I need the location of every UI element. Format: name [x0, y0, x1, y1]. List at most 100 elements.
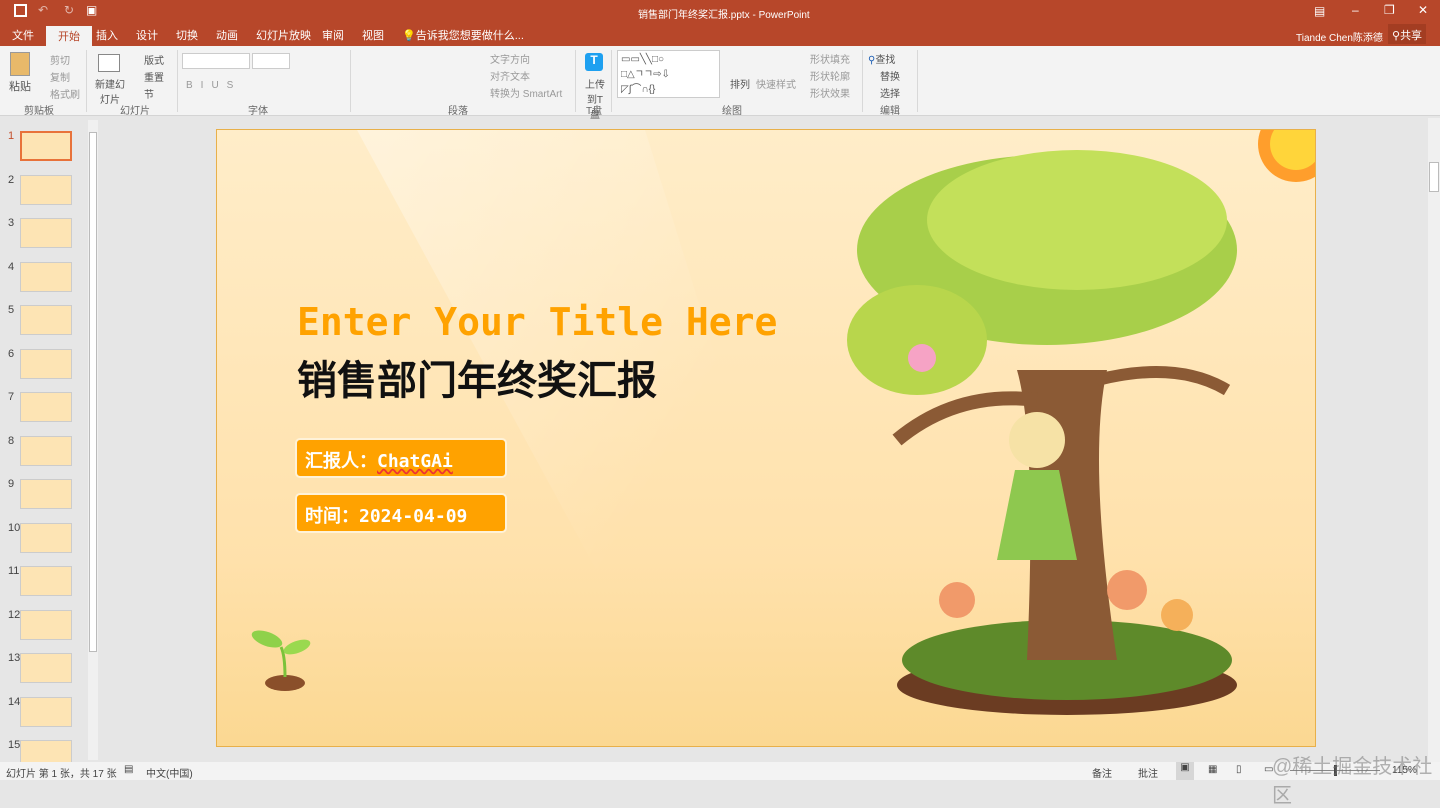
close-icon[interactable]: ✕	[1418, 3, 1428, 17]
share-button[interactable]: ⚲共享	[1388, 24, 1427, 44]
slide-thumbnail[interactable]	[20, 261, 72, 292]
save-icon[interactable]	[14, 4, 27, 17]
replace-button[interactable]: 替换	[880, 68, 900, 83]
slide-thumbnail[interactable]	[20, 653, 72, 683]
slide-thumbnail[interactable]	[20, 348, 72, 379]
thumbnail-number: 9	[8, 478, 15, 490]
reading-view-icon[interactable]: ▯	[1236, 764, 1242, 775]
undo-icon[interactable]: ↶	[38, 3, 48, 17]
reporter-box[interactable]: 汇报人：ChatGAi	[295, 438, 507, 478]
slide-sorter-icon[interactable]: ▦	[1208, 764, 1217, 775]
smartart-button[interactable]: 转换为 SmartArt	[490, 85, 562, 100]
sprout-illustration	[251, 630, 311, 691]
thumbnail-scrollbar[interactable]	[88, 120, 98, 760]
minimize-icon[interactable]: –	[1352, 3, 1359, 17]
slide-thumbnail[interactable]	[20, 305, 72, 335]
new-slide-icon[interactable]	[98, 54, 120, 72]
layout-button[interactable]: 版式	[144, 52, 164, 67]
comments-button[interactable]: 批注	[1138, 765, 1158, 780]
watermark: @稀土掘金技术社区	[1272, 756, 1433, 807]
cut-button[interactable]: 剪切	[50, 52, 70, 67]
tab-animations[interactable]: 动画	[216, 27, 238, 43]
slide-thumbnail[interactable]	[20, 609, 72, 640]
tell-me-input[interactable]: 💡告诉我您想要做什么...	[402, 27, 524, 43]
slide-thumbnail[interactable]	[20, 479, 72, 509]
thumbnail-number: 7	[8, 391, 15, 403]
section-button[interactable]: 节	[144, 86, 154, 101]
copy-button[interactable]: 复制	[50, 69, 70, 84]
slideshow-icon[interactable]: ▣	[86, 3, 97, 17]
align-text-button[interactable]: 对齐文本	[490, 68, 530, 83]
select-button[interactable]: 选择	[880, 85, 900, 100]
tab-view[interactable]: 视图	[362, 27, 384, 43]
slide-count: 幻灯片 第 1 张，共 17 张	[6, 769, 117, 780]
thumbnail-number: 15	[8, 739, 21, 751]
slide-thumbnail[interactable]	[20, 174, 72, 205]
tab-insert[interactable]: 插入	[96, 27, 118, 43]
thumbnail-number: 5	[8, 304, 15, 316]
text-direction-button[interactable]: 文字方向	[490, 51, 530, 66]
slide-thumbnail[interactable]	[20, 566, 72, 596]
shape-outline-button[interactable]: 形状轮廓	[810, 68, 850, 83]
maximize-icon[interactable]: ❐	[1384, 3, 1395, 17]
person-icon: ⚲	[1392, 30, 1401, 42]
tree-character-illustration	[847, 150, 1237, 715]
thumbnail-number: 6	[8, 347, 15, 360]
status-bar: 幻灯片 第 1 张，共 17 张 ▤ 中文(中国) 备注 批注 ▣ ▦ ▯ ▭ …	[0, 756, 1440, 807]
tab-file[interactable]: 文件	[12, 27, 34, 43]
slide-thumbnail[interactable]	[20, 131, 72, 161]
tab-design[interactable]: 设计	[136, 27, 158, 43]
redo-icon[interactable]: ↻	[64, 3, 74, 17]
thumbnail-number: 11	[8, 565, 20, 577]
spellcheck-icon[interactable]: ▤	[124, 764, 133, 775]
group-clipboard: 剪贴板	[24, 106, 54, 117]
font-format-buttons[interactable]: BIUS	[186, 80, 241, 91]
slide-thumbnail[interactable]	[20, 522, 72, 553]
slide-thumbnail[interactable]	[20, 435, 72, 466]
shape-effects-button[interactable]: 形状效果	[810, 85, 850, 100]
window-title: 销售部门年终奖汇报.pptx - PowerPoint	[638, 10, 810, 21]
normal-view-icon[interactable]: ▣	[1176, 762, 1194, 780]
find-button[interactable]: ⚲查找	[868, 51, 895, 66]
font-name-input[interactable]	[182, 53, 250, 69]
arrange-button[interactable]: 排列	[730, 76, 750, 91]
shapes-gallery[interactable]: ▭▭╲╲□○ □△ㄱㄱ⇨⇩ ◸∫⌒∩{}	[617, 50, 720, 98]
font-size-input[interactable]	[252, 53, 290, 69]
thumbnail-number: 8	[8, 434, 15, 447]
ribbon-display-icon[interactable]: ▤	[1314, 4, 1325, 18]
tab-slideshow[interactable]: 幻灯片放映	[256, 27, 311, 43]
notes-button[interactable]: 备注	[1092, 765, 1112, 780]
user-name[interactable]: Tiande Chen陈添德	[1296, 29, 1383, 44]
thumbnail-number: 12	[8, 608, 21, 621]
thumbnail-number: 4	[8, 260, 15, 273]
group-tdisk: T盘	[586, 106, 603, 117]
format-painter-button[interactable]: 格式刷	[50, 86, 80, 101]
slide-thumbnail[interactable]	[20, 218, 72, 248]
tab-transitions[interactable]: 切换	[176, 27, 198, 43]
lightbulb-icon: 💡	[402, 30, 416, 42]
date-box[interactable]: 时间：2024-04-09	[295, 493, 507, 533]
group-drawing: 绘图	[722, 106, 742, 117]
sun-illustration	[1258, 130, 1315, 182]
shape-fill-button[interactable]: 形状填充	[810, 51, 850, 66]
slide-title-cn[interactable]: 销售部门年终奖汇报	[297, 348, 657, 406]
tab-review[interactable]: 审阅	[322, 27, 344, 43]
language[interactable]: 中文(中国)	[146, 765, 193, 780]
slide-title-en[interactable]: Enter Your Title Here	[297, 300, 777, 344]
tab-home[interactable]: 开始	[46, 26, 92, 46]
tdisk-icon[interactable]: T	[585, 53, 603, 71]
paste-icon[interactable]	[10, 52, 30, 76]
thumbnail-number: 2	[8, 173, 15, 186]
reset-button[interactable]: 重置	[144, 69, 164, 84]
slide-thumbnail[interactable]	[20, 392, 72, 422]
thumbnail-number: 3	[8, 217, 15, 229]
thumbnail-number: 13	[8, 652, 21, 664]
thumbnail-number: 10	[8, 521, 21, 534]
thumbnail-number: 14	[8, 695, 21, 708]
quick-styles-button[interactable]: 快速样式	[756, 76, 796, 91]
group-editing: 编辑	[880, 106, 900, 117]
paste-button[interactable]: 粘贴	[9, 78, 31, 94]
slide-canvas[interactable]: Enter Your Title Here 销售部门年终奖汇报 汇报人：Chat…	[216, 129, 1316, 747]
editor-scrollbar[interactable]	[1428, 118, 1440, 762]
slide-thumbnail[interactable]	[20, 696, 72, 727]
